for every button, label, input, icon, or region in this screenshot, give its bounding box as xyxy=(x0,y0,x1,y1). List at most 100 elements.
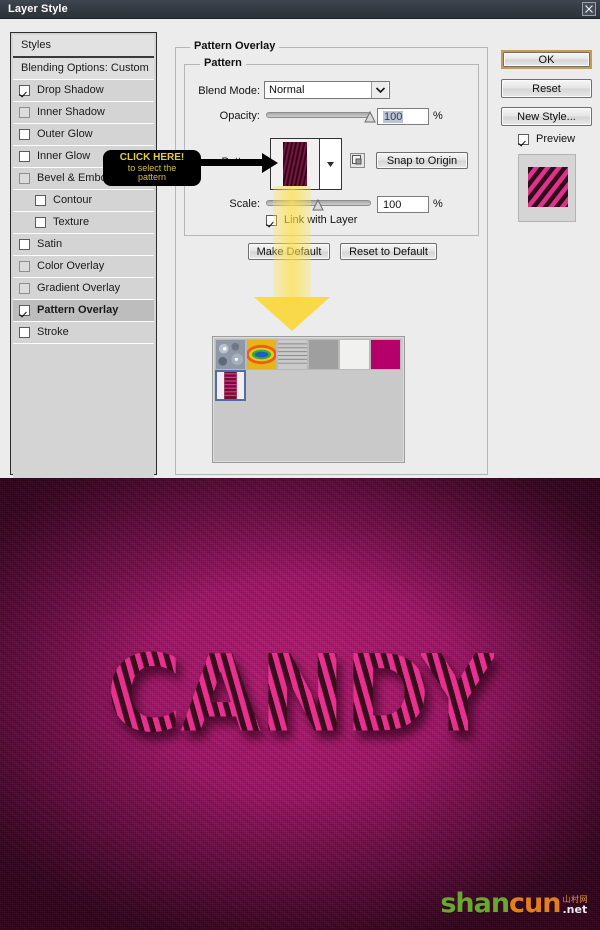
checkbox-outer-glow[interactable] xyxy=(19,129,30,140)
layer-style-dialog: Styles Blending Options: Custom Drop Sha… xyxy=(0,19,600,494)
effect-label: Inner Shadow xyxy=(37,106,105,118)
new-style-label: New Style... xyxy=(517,110,576,123)
checkbox-texture[interactable] xyxy=(35,217,46,228)
close-icon xyxy=(585,5,593,13)
pattern-swatch-clouds-bubbles[interactable] xyxy=(215,339,246,370)
close-button[interactable] xyxy=(582,2,596,16)
blending-options-row[interactable]: Blending Options: Custom xyxy=(13,58,154,80)
window-title: Layer Style xyxy=(8,3,68,15)
ok-label: OK xyxy=(538,53,555,66)
scale-input[interactable]: 100 xyxy=(377,196,429,213)
watermark-part1: shan xyxy=(440,888,510,920)
effect-label: Outer Glow xyxy=(37,128,93,140)
pattern-swatch-white-paper[interactable] xyxy=(339,339,370,370)
effect-label: Pattern Overlay xyxy=(37,304,119,316)
effect-row-outer-glow[interactable]: Outer Glow xyxy=(13,124,154,146)
checkbox-bevel-emboss[interactable] xyxy=(19,173,30,184)
checkbox-satin[interactable] xyxy=(19,239,30,250)
pattern-overlay-group-title: Pattern Overlay xyxy=(190,40,280,52)
preview-label: Preview xyxy=(536,133,576,145)
pattern-swatch-candy-stripe[interactable] xyxy=(215,370,246,401)
scale-value: 100 xyxy=(383,198,402,211)
snap-to-origin-label: Snap to Origin xyxy=(386,154,458,167)
checkbox-drop-shadow[interactable] xyxy=(19,85,30,96)
effect-label: Inner Glow xyxy=(37,150,91,162)
pattern-subgroup-title: Pattern xyxy=(200,57,246,69)
pattern-current-thumbnail[interactable] xyxy=(271,139,320,189)
checkbox-gradient-overlay[interactable] xyxy=(19,283,30,294)
rainbow-pattern-icon xyxy=(247,340,276,369)
candy-text-wrapper: CANDY xyxy=(0,632,600,756)
annotation-yellow-arrowhead xyxy=(254,297,330,331)
magenta-solid-pattern-icon xyxy=(371,340,400,369)
window-title-bar: Layer Style xyxy=(0,0,600,19)
effect-row-color-overlay[interactable]: Color Overlay xyxy=(13,256,154,278)
opacity-label: Opacity: xyxy=(219,110,260,122)
preview-thumbnail-icon xyxy=(528,167,568,207)
ok-button-frame[interactable]: OK xyxy=(501,50,592,69)
annotation-arrow-shaft xyxy=(198,159,266,166)
blend-mode-select[interactable]: Normal xyxy=(264,81,390,99)
new-preset-glyph-icon xyxy=(352,155,362,165)
effect-row-texture[interactable]: Texture xyxy=(13,212,154,234)
scale-slider-thumb[interactable] xyxy=(312,198,324,211)
effect-label: Color Overlay xyxy=(37,260,105,272)
pattern-swatch-solid-gray[interactable] xyxy=(308,339,339,370)
screen-root: Layer Style Styles Blending Options: Cus… xyxy=(0,0,600,930)
reset-to-default-button[interactable]: Reset to Default xyxy=(340,243,437,260)
click-here-callout: CLICK HERE! to select the pattern xyxy=(103,150,201,186)
opacity-input[interactable]: 100 xyxy=(377,108,429,125)
snap-to-origin-button[interactable]: Snap to Origin xyxy=(376,152,468,169)
checkbox-inner-glow[interactable] xyxy=(19,151,30,162)
watermark-sub: 山村网 .net xyxy=(562,896,589,916)
pattern-dropdown-arrow[interactable] xyxy=(320,139,341,189)
reset-to-default-label: Reset to Default xyxy=(349,245,428,258)
pattern-picker-popup[interactable] xyxy=(212,336,405,463)
effect-row-stroke[interactable]: Stroke xyxy=(13,322,154,344)
checkbox-inner-shadow[interactable] xyxy=(19,107,30,118)
checkbox-color-overlay[interactable] xyxy=(19,261,30,272)
candy-stripe-pattern-icon xyxy=(217,372,244,399)
pattern-swatch-well[interactable] xyxy=(270,138,342,190)
effect-row-gradient-overlay[interactable]: Gradient Overlay xyxy=(13,278,154,300)
blend-mode-label: Blend Mode: xyxy=(198,85,260,97)
effect-label: Drop Shadow xyxy=(37,84,104,96)
styles-list-header[interactable]: Styles xyxy=(13,35,154,58)
candy-stripe-swatch-icon xyxy=(283,142,307,186)
effect-row-pattern-overlay[interactable]: Pattern Overlay xyxy=(13,300,154,322)
opacity-unit: % xyxy=(433,110,443,122)
ok-button[interactable]: OK xyxy=(503,52,590,67)
clouds-bubbles-pattern-icon xyxy=(216,340,245,369)
preview-checkbox-row[interactable]: Preview xyxy=(518,133,575,145)
callout-line-3: pattern xyxy=(137,172,167,183)
chevron-down-icon[interactable] xyxy=(371,82,388,98)
effect-row-drop-shadow[interactable]: Drop Shadow xyxy=(13,80,154,102)
blend-mode-value: Normal xyxy=(269,84,305,96)
pattern-swatch-gray-lines[interactable] xyxy=(277,339,308,370)
checkbox-preview[interactable] xyxy=(518,133,529,145)
opacity-slider-track[interactable] xyxy=(266,112,371,118)
scale-label: Scale: xyxy=(229,198,260,210)
solid-gray-pattern-icon xyxy=(309,340,338,369)
watermark-tld: .net xyxy=(562,903,588,916)
opacity-slider-thumb[interactable] xyxy=(364,110,376,123)
checkbox-contour[interactable] xyxy=(35,195,46,206)
styles-header-label: Styles xyxy=(21,39,51,51)
effect-label: Satin xyxy=(37,238,63,250)
checkbox-pattern-overlay[interactable] xyxy=(19,305,30,316)
checkbox-stroke[interactable] xyxy=(19,327,30,338)
new-style-button[interactable]: New Style... xyxy=(501,107,592,126)
pattern-picker-grid xyxy=(215,339,404,401)
pattern-swatch-rainbow[interactable] xyxy=(246,339,277,370)
effect-row-satin[interactable]: Satin xyxy=(13,234,154,256)
white-paper-pattern-icon xyxy=(340,340,369,369)
effect-label: Contour xyxy=(53,194,93,206)
pattern-new-preset-icon[interactable] xyxy=(350,153,365,168)
effect-row-contour[interactable]: Contour xyxy=(13,190,154,212)
effect-label: Texture xyxy=(53,216,90,228)
effect-label: Stroke xyxy=(37,326,69,338)
reset-button[interactable]: Reset xyxy=(501,79,592,98)
effect-row-inner-shadow[interactable]: Inner Shadow xyxy=(13,102,154,124)
blending-options-label: Blending Options: Custom xyxy=(21,62,149,74)
pattern-swatch-magenta-solid[interactable] xyxy=(370,339,401,370)
